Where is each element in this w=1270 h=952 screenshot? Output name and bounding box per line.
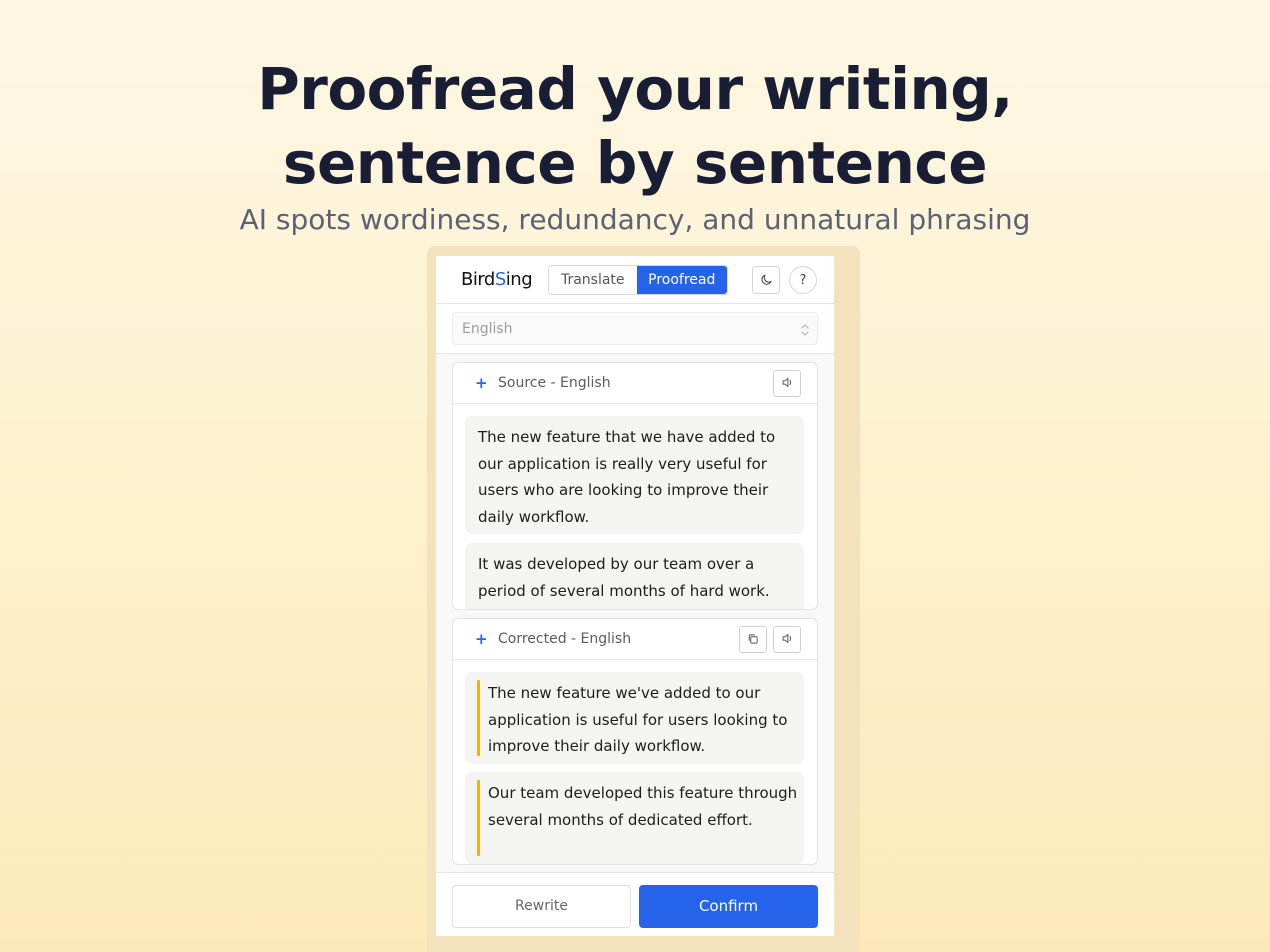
source-sentence-text: The new feature that we have added to ou… [478,428,776,526]
corrected-plus-icon[interactable]: + [475,631,488,648]
corrected-card: + Corrected - English The new feature we… [452,618,818,865]
corrected-card-header: + Corrected - English [453,619,817,660]
source-card-header: + Source - English [453,363,817,404]
speaker-icon [781,630,794,649]
source-plus-icon[interactable]: + [475,375,488,392]
language-row: English [436,304,834,354]
moon-icon [760,271,773,290]
corrected-card-title: Corrected - English [498,631,632,647]
hero-title: Proofread your writing, sentence by sent… [0,52,1270,200]
source-card: + Source - English The new feature that … [452,362,818,610]
corrected-sentence[interactable]: Our team developed this feature through … [465,772,804,864]
rewrite-button[interactable]: Rewrite [452,885,631,928]
app-panel: BirdSing Translate Proofread ? English +… [436,256,834,936]
confirm-button[interactable]: Confirm [639,885,818,928]
hero-subtitle: AI spots wordiness, redundancy, and unna… [239,203,1031,236]
source-sentence-text: It was developed by our team over a peri… [478,555,770,600]
correction-marker [477,680,480,756]
copy-button[interactable] [739,626,767,653]
source-card-title: Source - English [498,375,611,391]
action-footer: Rewrite Confirm [436,872,834,936]
logo-accent: S [494,269,506,290]
source-sentence[interactable]: The new feature that we have added to ou… [465,416,804,534]
corrected-sentence-text: The new feature we've added to our appli… [488,684,788,755]
correction-marker [477,780,480,856]
source-sentence[interactable]: It was developed by our team over a peri… [465,543,804,609]
tab-translate[interactable]: Translate [549,266,637,294]
logo-suffix: ing [505,269,533,290]
tab-proofread[interactable]: Proofread [636,266,727,294]
hero-title-line-2: sentence by sentence [282,129,988,197]
speaker-icon [781,374,794,393]
corrected-sentence[interactable]: The new feature we've added to our appli… [465,672,804,764]
app-header: BirdSing Translate Proofread ? [436,256,834,304]
theme-toggle-button[interactable] [752,266,780,294]
copy-icon [747,630,759,649]
chevron-updown-icon [800,322,810,341]
help-button[interactable]: ? [789,266,817,294]
language-select-value: English [462,321,513,337]
app-logo: BirdSing [461,268,533,292]
corrected-speak-button[interactable] [773,626,801,653]
corrected-sentence-text: Our team developed this feature through … [488,784,798,829]
language-select[interactable]: English [452,312,818,345]
logo-prefix: Bird [461,269,495,290]
source-speak-button[interactable] [773,370,801,397]
mode-switch: Translate Proofread [548,265,728,295]
hero-title-line-1: Proofread your writing, [257,55,1013,123]
